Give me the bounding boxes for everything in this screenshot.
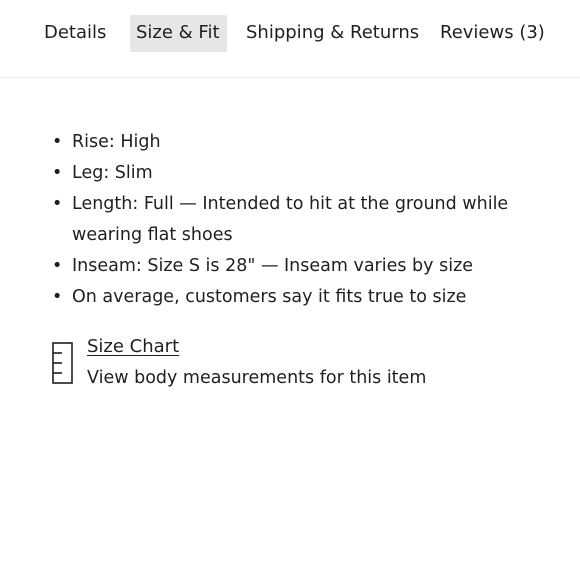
bullet-icon: • [52,256,63,276]
bullet-icon: • [52,194,63,214]
fit-detail-leg: Leg: Slim [72,163,153,183]
ruler-icon [52,342,73,384]
size-chart-link[interactable]: Size Chart [87,332,179,362]
list-item: • Inseam: Size S is 28" — Inseam varies b… [52,251,522,282]
list-item: • Rise: High [52,127,522,158]
bullet-icon: • [52,287,63,307]
tab-reviews[interactable]: Reviews (3) [440,15,545,52]
tab-bar: Details Size & Fit Shipping & Returns Re… [0,0,580,78]
fit-detail-customer-fit: On average, customers say it fits true t… [72,287,467,307]
tab-details[interactable]: Details [44,15,106,52]
list-item: • On average, customers say it fits true … [52,282,522,313]
tab-shipping-and-returns[interactable]: Shipping & Returns [246,15,419,52]
fit-details-list: • Rise: High • Leg: Slim • Length: Full — I… [52,127,522,313]
size-chart-description: View body measurements for this item [87,368,427,388]
list-item: • Length: Full — Intended to hit at the g… [52,189,522,251]
fit-detail-inseam: Inseam: Size S is 28" — Inseam varies by… [72,256,474,276]
fit-detail-rise: Rise: High [72,132,161,152]
fit-detail-length: Length: Full — Intended to hit at the gr… [72,194,509,245]
list-item: • Leg: Slim [52,158,522,189]
bullet-icon: • [52,132,63,152]
size-chart-section: Size Chart View body measurements for th… [52,332,532,392]
bullet-icon: • [52,163,63,183]
tab-size-and-fit[interactable]: Size & Fit [130,15,227,52]
